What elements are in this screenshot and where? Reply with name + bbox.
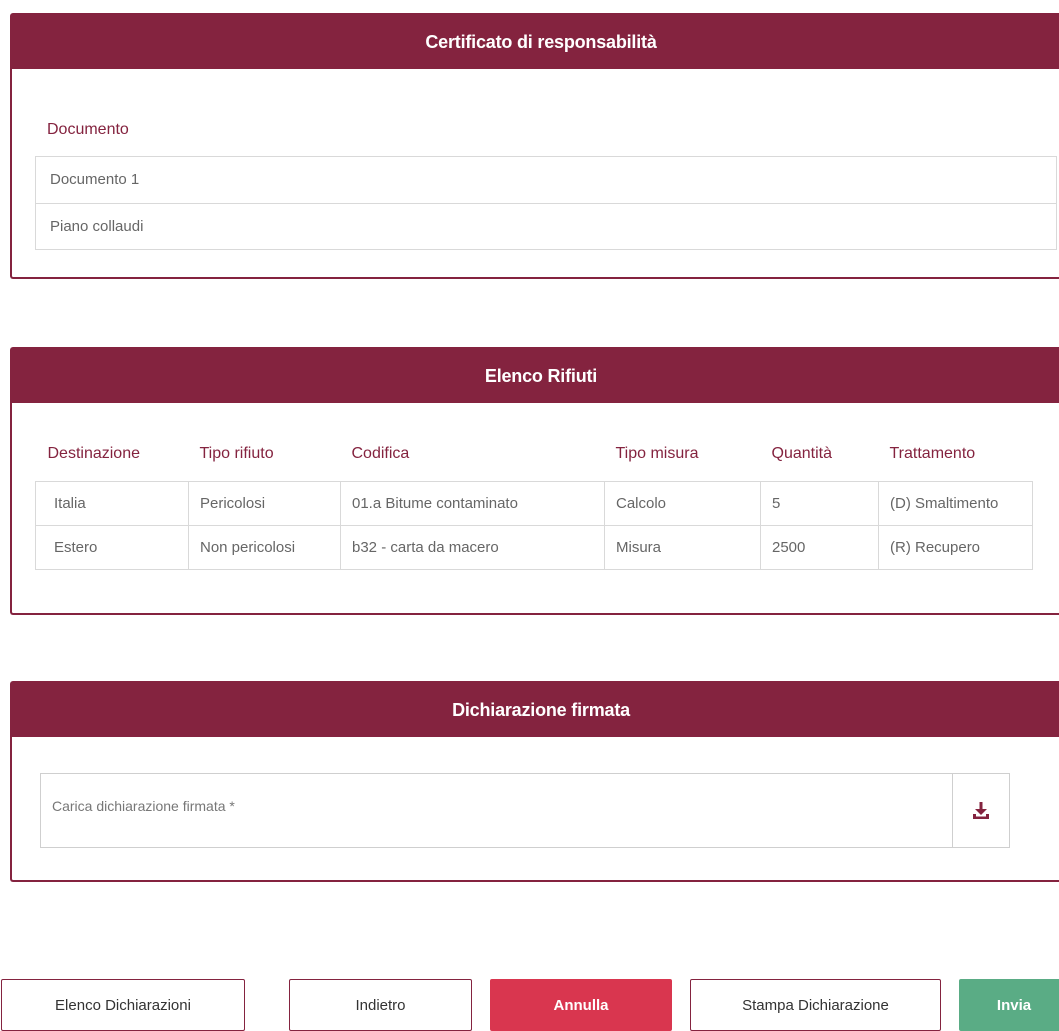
table-cell-trattamento: (D) Smaltimento	[878, 481, 1033, 526]
column-header-tipo-rifiuto: Tipo rifiuto	[199, 445, 274, 462]
waste-list-card-title: Elenco Rifiuti	[12, 349, 1059, 403]
document-list-item[interactable]: Piano collaudi	[36, 203, 1056, 249]
waste-table: Destinazione Tipo rifiuto Codifica Tipo …	[35, 431, 1033, 570]
submit-button[interactable]: Invia	[959, 979, 1059, 1031]
upload-declaration-field[interactable]: Carica dichiarazione firmata *	[40, 773, 1010, 848]
table-header-row: Destinazione Tipo rifiuto Codifica Tipo …	[36, 431, 1033, 482]
table-cell-tipo-rifiuto: Pericolosi	[188, 481, 341, 526]
table-cell-quantita: 2500	[760, 525, 879, 570]
document-list: Documento 1 Piano collaudi	[35, 156, 1057, 250]
certificate-card-title: Certificato di responsabilità	[12, 15, 1059, 69]
upload-declaration-placeholder: Carica dichiarazione firmata *	[52, 797, 235, 814]
signed-declaration-card-title: Dichiarazione firmata	[12, 683, 1059, 737]
table-cell-tipo-misura: Calcolo	[604, 481, 761, 526]
certificate-card: Certificato di responsabilità Documento …	[10, 13, 1059, 279]
document-list-item[interactable]: Documento 1	[36, 157, 1056, 203]
column-header-tipo-misura: Tipo misura	[615, 445, 699, 462]
table-cell-tipo-rifiuto: Non pericolosi	[188, 525, 341, 570]
document-section-label: Documento	[47, 121, 129, 138]
column-header-codifica: Codifica	[351, 445, 410, 462]
print-declaration-button[interactable]: Stampa Dichiarazione	[690, 979, 941, 1031]
elenco-dichiarazioni-button[interactable]: Elenco Dichiarazioni	[1, 979, 245, 1031]
upload-button[interactable]	[952, 774, 1009, 847]
cancel-button[interactable]: Annulla	[490, 979, 672, 1031]
column-header-trattamento: Trattamento	[889, 445, 976, 462]
column-header-quantita: Quantità	[771, 445, 832, 462]
waste-list-card: Elenco Rifiuti Destinazione Tipo rifiuto…	[10, 347, 1059, 615]
table-cell-codifica: b32 - carta da macero	[340, 525, 605, 570]
table-cell-destinazione: Estero	[35, 525, 189, 570]
table-row: Estero Non pericolosi b32 - carta da mac…	[35, 525, 1033, 570]
table-cell-tipo-misura: Misura	[604, 525, 761, 570]
table-cell-codifica: 01.a Bitume contaminato	[340, 481, 605, 526]
table-cell-quantita: 5	[760, 481, 879, 526]
signed-declaration-card: Dichiarazione firmata Carica dichiarazio…	[10, 681, 1059, 882]
table-cell-trattamento: (R) Recupero	[878, 525, 1033, 570]
column-header-destinazione: Destinazione	[47, 445, 141, 462]
download-icon	[973, 801, 989, 819]
table-row: Italia Pericolosi 01.a Bitume contaminat…	[35, 481, 1033, 526]
table-cell-destinazione: Italia	[35, 481, 189, 526]
back-button[interactable]: Indietro	[289, 979, 472, 1031]
